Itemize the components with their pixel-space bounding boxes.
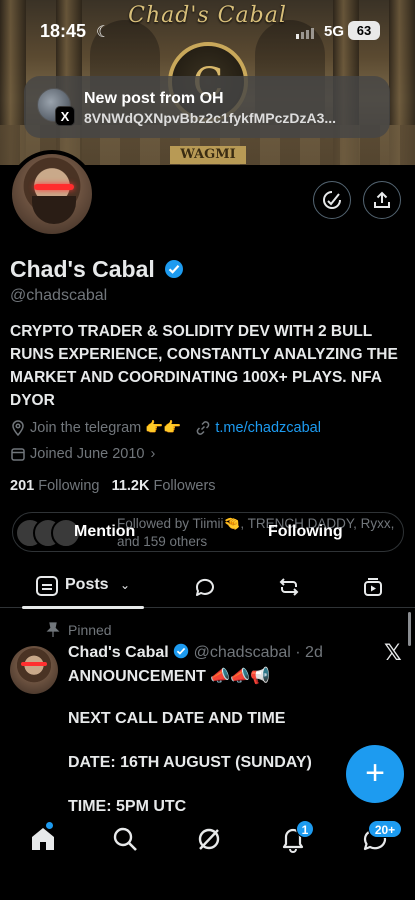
mention-button[interactable]: Mention bbox=[74, 523, 135, 541]
pin-icon bbox=[46, 622, 60, 637]
tab-active-indicator bbox=[22, 606, 144, 609]
profile-location: Join the telegram 👉👉 bbox=[30, 420, 182, 436]
grok-analyze-button[interactable] bbox=[313, 181, 351, 219]
do-not-disturb-icon: ☾ bbox=[96, 24, 111, 41]
tab-replies-icon[interactable] bbox=[193, 575, 217, 599]
push-notification[interactable]: X New post from OH 8VNWdQXNpvBbz2c1fykfM… bbox=[24, 76, 390, 138]
home-icon[interactable] bbox=[28, 824, 58, 854]
x-app-icon: X bbox=[55, 106, 75, 126]
calendar-icon bbox=[11, 448, 25, 461]
pinned-label: Pinned bbox=[68, 622, 112, 638]
status-bar: 18:45 ☾ 5G 63 bbox=[0, 0, 415, 60]
post-text-line: DATE: 16TH AUGUST (SUNDAY) bbox=[68, 754, 312, 771]
profile-tabs: Posts ⌄ bbox=[0, 566, 415, 609]
banner-ribbon: WAGMI bbox=[170, 146, 246, 164]
verified-badge-icon bbox=[173, 643, 189, 659]
profile-handle: @chadscabal bbox=[10, 287, 108, 304]
chevron-down-icon: ⌄ bbox=[120, 578, 131, 592]
post-author-handle: @chadscabal bbox=[193, 644, 291, 661]
post-text-line: NEXT CALL DATE AND TIME bbox=[68, 710, 286, 727]
following-count: 201 bbox=[10, 478, 35, 494]
followers-stat[interactable]: 11.2K Followers bbox=[112, 478, 216, 494]
profile-name: Chad's Cabal bbox=[10, 256, 155, 282]
followed-by-row[interactable]: Followed by Tiimii🤏, TRENCH DADDY, Ryxx,… bbox=[12, 512, 404, 552]
signal-icon bbox=[296, 28, 314, 39]
scrollbar[interactable] bbox=[408, 612, 411, 646]
profile-avatar[interactable] bbox=[8, 150, 96, 238]
profile-bio: CRYPTO TRADER & SOLIDITY DEV WITH 2 BULL… bbox=[10, 323, 398, 409]
following-label: Following bbox=[38, 478, 100, 494]
grok-icon[interactable] bbox=[194, 824, 224, 854]
post-time: · 2d bbox=[295, 644, 323, 661]
pinned-label-row: Pinned bbox=[46, 622, 112, 638]
notification-body: 8VNWdQXNpvBbz2c1fykfMPczDzA3... bbox=[84, 110, 337, 126]
followed-by-text: Followed by Tiimii🤏, TRENCH DADDY, Ryxx,… bbox=[117, 516, 395, 549]
tab-posts-label: Posts bbox=[65, 576, 109, 593]
network-type: 5G bbox=[324, 23, 345, 40]
status-time: 18:45 bbox=[40, 21, 87, 41]
post-text-line: ANNOUNCEMENT 📣📣📢 bbox=[68, 668, 270, 685]
posts-icon bbox=[36, 576, 58, 596]
post-author-avatar[interactable] bbox=[10, 646, 58, 694]
battery-icon: 63 bbox=[348, 21, 380, 40]
following-stat[interactable]: 201 Following bbox=[10, 478, 99, 494]
profile-meta-joined: Joined June 2010 › bbox=[10, 446, 155, 462]
following-button[interactable]: Following bbox=[268, 523, 343, 541]
grok-icon bbox=[323, 191, 341, 209]
tab-media-icon[interactable] bbox=[361, 575, 385, 599]
profile-meta-location: Join the telegram 👉👉 t.me/chadzcabal bbox=[10, 419, 321, 436]
post-header: Chad's Cabal @chadscabal · 2d bbox=[68, 643, 323, 662]
follow-stats: 201 Following 11.2K Followers bbox=[10, 478, 216, 494]
messages-badge: 20+ bbox=[368, 820, 402, 838]
location-icon bbox=[12, 419, 24, 436]
profile-joined: Joined June 2010 bbox=[30, 446, 145, 462]
followers-label: Followers bbox=[153, 478, 216, 494]
share-icon bbox=[374, 191, 390, 208]
notification-title: New post from OH bbox=[84, 90, 224, 107]
profile-link[interactable]: t.me/chadzcabal bbox=[215, 420, 321, 436]
search-icon[interactable] bbox=[110, 824, 140, 854]
tab-posts[interactable]: Posts ⌄ bbox=[22, 566, 144, 609]
tab-reposts-icon[interactable] bbox=[277, 575, 301, 599]
notifications-badge: 1 bbox=[296, 820, 314, 838]
chevron-right-icon[interactable]: › bbox=[151, 446, 156, 462]
link-icon bbox=[197, 420, 210, 435]
followers-count: 11.2K bbox=[111, 478, 150, 494]
bottom-nav: 1 20+ bbox=[0, 812, 415, 900]
share-button[interactable] bbox=[363, 181, 401, 219]
x-logo-icon: 𝕏 bbox=[384, 640, 402, 665]
compose-post-button[interactable]: + bbox=[346, 745, 404, 803]
verified-badge-icon bbox=[165, 260, 183, 278]
home-unread-dot bbox=[46, 822, 53, 829]
post-author-name[interactable]: Chad's Cabal bbox=[68, 644, 169, 661]
